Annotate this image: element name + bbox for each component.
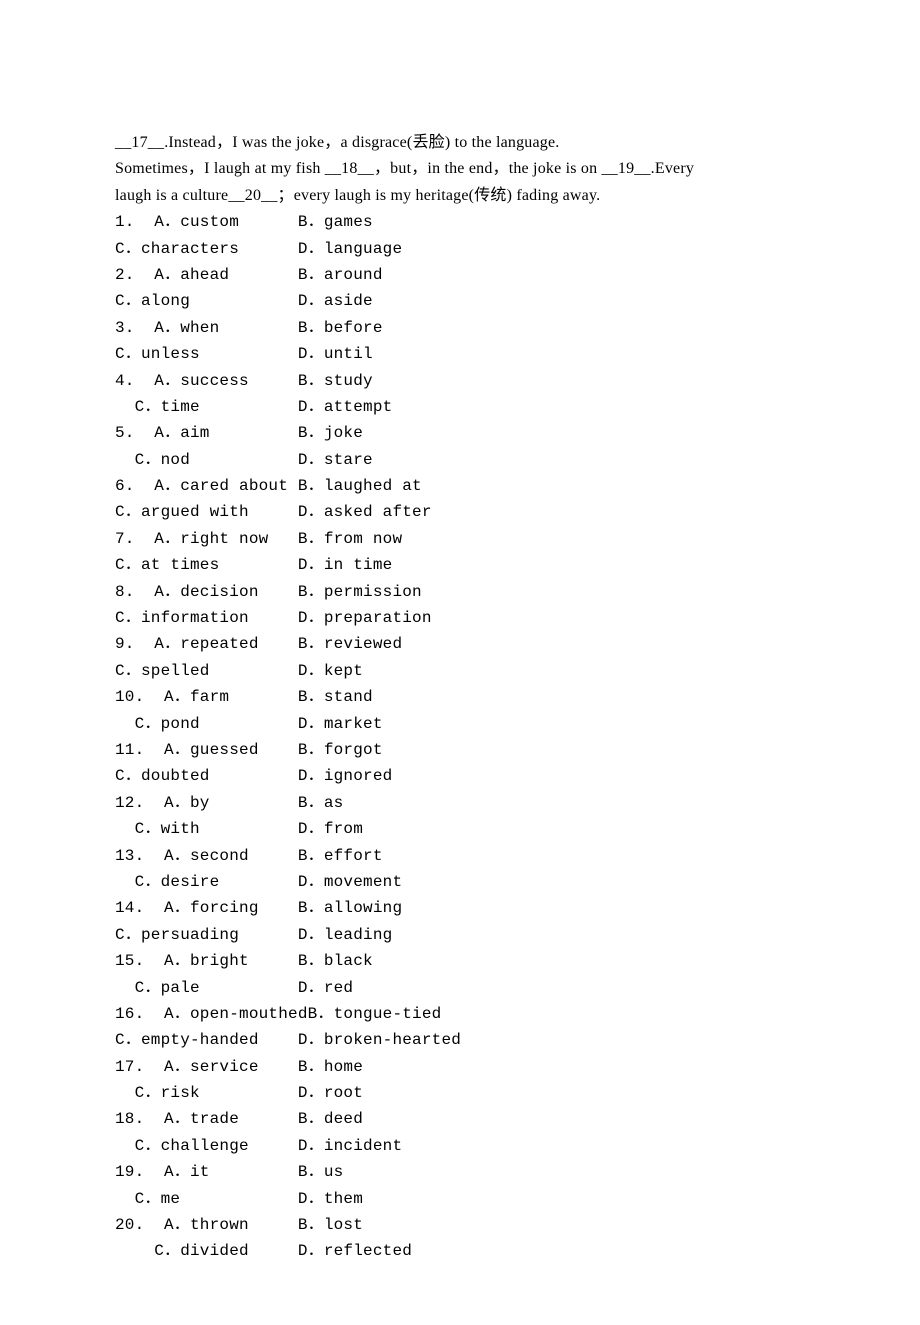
passage-line-3: laugh is a culture__20__；every laugh is … [115,183,805,209]
question-row-cd: C．time D．attempt [115,394,805,420]
question-row: 10. A．farm B．stand [115,684,805,710]
question-row: 16. A．open-mouthedB．tongue-tied [115,1001,805,1027]
document-page: __17__.Instead，I was the joke，a disgrace… [0,0,920,1325]
questions-block: 1. A．custom B．gamesC．characters D．langua… [115,209,805,1265]
question-row-cd: C．characters D．language [115,236,805,262]
question-row-cd: C．me D．them [115,1186,805,1212]
question-row: 9. A．repeated B．reviewed [115,631,805,657]
question-row: 2. A．ahead B．around [115,262,805,288]
question-row-cd: C．doubted D．ignored [115,763,805,789]
question-row: 6. A．cared about B．laughed at [115,473,805,499]
question-row: 5. A．aim B．joke [115,420,805,446]
question-row-cd: C．persuading D．leading [115,922,805,948]
passage-line-2: Sometimes，I laugh at my fish __18__，but，… [115,156,805,182]
question-row-cd: C．unless D．until [115,341,805,367]
question-row: 1. A．custom B．games [115,209,805,235]
question-row-cd: C．risk D．root [115,1080,805,1106]
question-row: 7. A．right now B．from now [115,526,805,552]
question-row: 14. A．forcing B．allowing [115,895,805,921]
question-row: 17. A．service B．home [115,1054,805,1080]
question-row: 12. A．by B．as [115,790,805,816]
question-row-cd: C．information D．preparation [115,605,805,631]
question-row-cd: C．at times D．in time [115,552,805,578]
question-row: 13. A．second B．effort [115,843,805,869]
question-row: 19. A．it B．us [115,1159,805,1185]
question-row: 18. A．trade B．deed [115,1106,805,1132]
question-row: 15. A．bright B．black [115,948,805,974]
question-row-cd: C．desire D．movement [115,869,805,895]
question-row-cd: C．empty-handed D．broken-hearted [115,1027,805,1053]
question-row-cd: C．pond D．market [115,711,805,737]
question-row-cd: C．pale D．red [115,975,805,1001]
question-row: 20. A．thrown B．lost [115,1212,805,1238]
passage-line-1: __17__.Instead，I was the joke，a disgrace… [115,130,805,156]
passage-l1a: __17__.Instead，I was the joke，a disgrace… [115,134,560,151]
question-row-cd: C．divided D．reflected [115,1238,805,1264]
question-row-cd: C．with D．from [115,816,805,842]
question-row-cd: C．spelled D．kept [115,658,805,684]
question-row-cd: C．along D．aside [115,288,805,314]
question-row: 4. A．success B．study [115,368,805,394]
question-row-cd: C．nod D．stare [115,447,805,473]
question-row-cd: C．challenge D．incident [115,1133,805,1159]
question-row: 11. A．guessed B．forgot [115,737,805,763]
question-row: 8. A．decision B．permission [115,579,805,605]
question-row: 3. A．when B．before [115,315,805,341]
question-row-cd: C．argued with D．asked after [115,499,805,525]
